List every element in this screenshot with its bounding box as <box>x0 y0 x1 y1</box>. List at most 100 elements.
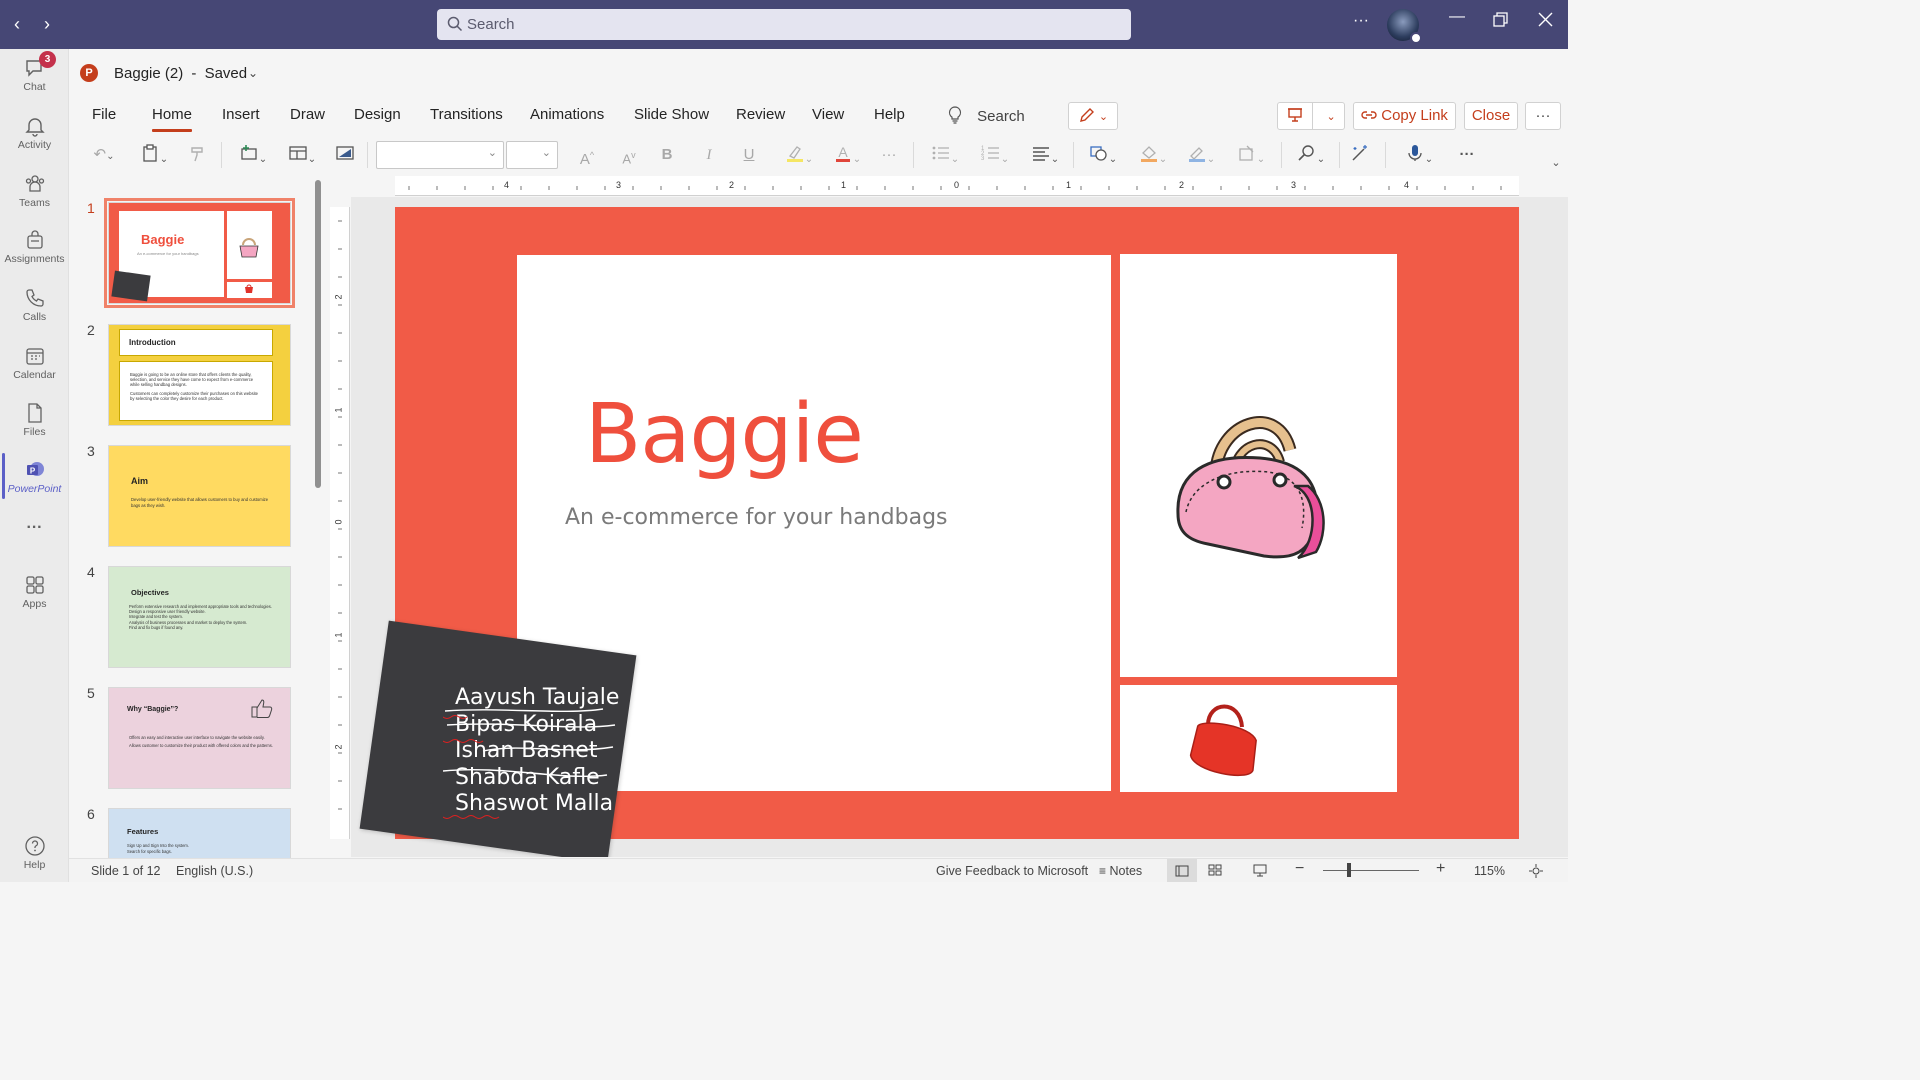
shapes-icon[interactable]: ⌄ <box>1083 144 1123 166</box>
restore-icon[interactable] <box>1493 12 1508 32</box>
search-icon <box>447 16 463 32</box>
format-painter-icon[interactable] <box>187 144 209 166</box>
document-title[interactable]: Baggie (2) - Saved <box>114 65 247 82</box>
highlight-icon[interactable]: ⌄ <box>779 144 819 166</box>
designer-icon[interactable] <box>1349 144 1371 166</box>
rail-calls[interactable]: Calls <box>0 287 69 323</box>
tab-insert[interactable]: Insert <box>222 106 260 123</box>
more-ribbon-icon[interactable]: ··· <box>1455 144 1479 166</box>
rail-label: PowerPoint <box>7 483 62 495</box>
rail-more[interactable]: ··· <box>0 519 69 537</box>
present-button[interactable]: ⌄ <box>1277 102 1345 130</box>
notes-button[interactable]: ≡ Notes <box>1099 864 1142 878</box>
thumb-body: Baggie is going to be an online store th… <box>130 372 254 387</box>
thumbnail-slide-2[interactable]: Introduction Baggie is going to be an on… <box>108 324 291 426</box>
back-arrow-icon[interactable]: ‹ <box>14 14 20 35</box>
fit-to-window-icon[interactable] <box>1529 864 1543 881</box>
tab-design[interactable]: Design <box>354 106 401 123</box>
grow-font-icon[interactable]: A^ <box>575 144 599 168</box>
zoom-level[interactable]: 115% <box>1474 864 1505 878</box>
slide-subtitle[interactable]: An e-commerce for your handbags <box>565 505 948 530</box>
close-button[interactable]: Close <box>1464 102 1518 130</box>
expand-ribbon-chevron-icon[interactable]: ⌄ <box>1547 152 1565 174</box>
edit-mode-button[interactable]: ⌄ <box>1068 102 1118 130</box>
zoom-slider-thumb[interactable] <box>1347 863 1351 877</box>
forward-arrow-icon[interactable]: › <box>44 14 50 35</box>
font-size-select[interactable]: ⌄ <box>506 141 558 169</box>
thumb-body: Find and fix bugs if found any. <box>129 624 184 630</box>
shape-effects-icon[interactable]: ⌄ <box>1231 144 1271 166</box>
current-slide[interactable]: Baggie An e-commerce for your handbags A… <box>359 207 1519 857</box>
zoom-out-icon[interactable]: − <box>1295 860 1304 878</box>
tab-help[interactable]: Help <box>874 106 905 123</box>
paste-icon[interactable]: ⌄ <box>137 144 173 166</box>
thumbnail-slide-3[interactable]: Aim Develop user-friendly website that a… <box>108 445 291 547</box>
rail-calendar[interactable]: Calendar <box>0 345 69 381</box>
more-commands-button[interactable]: ··· <box>1525 102 1561 130</box>
shape-outline-icon[interactable]: ⌄ <box>1181 144 1221 166</box>
avatar[interactable] <box>1387 9 1422 44</box>
bullets-icon[interactable]: ⌄ <box>925 144 965 166</box>
rail-activity[interactable]: Activity <box>0 115 69 151</box>
background-icon[interactable] <box>333 144 357 166</box>
slide-title[interactable]: Baggie <box>585 387 864 482</box>
rail-powerpoint[interactable]: P PowerPoint <box>0 453 69 499</box>
more-options-icon[interactable]: ··· <box>1353 12 1369 30</box>
slide-sorter-button[interactable] <box>1208 864 1222 879</box>
thumbnail-scrollbar[interactable] <box>315 180 321 488</box>
rail-files[interactable]: Files <box>0 402 69 438</box>
tab-view[interactable]: View <box>812 106 844 123</box>
tell-me-search[interactable]: Search <box>947 106 1025 125</box>
find-icon[interactable]: ⌄ <box>1291 144 1331 166</box>
thumbnail-slide-4[interactable]: Objectives Perform extensive research an… <box>108 566 291 668</box>
teams-title-bar: ‹ › Search ··· — <box>0 0 1568 49</box>
tab-slide-show[interactable]: Slide Show <box>634 106 709 123</box>
numbering-icon[interactable]: 1 2 3 ⌄ <box>975 144 1015 166</box>
dictate-microphone-icon[interactable]: ⌄ <box>1399 144 1439 166</box>
tab-draw[interactable]: Draw <box>290 106 325 123</box>
font-family-select[interactable]: ⌄ <box>376 141 504 169</box>
feedback-link[interactable]: Give Feedback to Microsoft <box>936 864 1088 878</box>
close-window-icon[interactable] <box>1538 12 1553 32</box>
zoom-slider[interactable] <box>1323 863 1419 877</box>
rail-teams[interactable]: Teams <box>0 173 69 209</box>
rail-help[interactable]: Help <box>0 835 69 871</box>
zoom-in-icon[interactable]: + <box>1436 860 1445 878</box>
pink-handbag-image[interactable] <box>1168 402 1348 572</box>
shrink-font-icon[interactable]: Av <box>617 144 641 166</box>
red-handbag-image[interactable] <box>1184 695 1264 781</box>
chevron-down-icon[interactable]: ⌄ <box>248 66 258 80</box>
align-icon[interactable]: ⌄ <box>1025 144 1065 166</box>
rail-apps[interactable]: Apps <box>0 574 69 610</box>
minimize-icon[interactable]: — <box>1449 8 1465 26</box>
copy-link-button[interactable]: Copy Link <box>1353 102 1456 130</box>
new-slide-icon[interactable]: ⌄ <box>233 144 273 166</box>
language-indicator[interactable]: English (U.S.) <box>176 864 253 878</box>
reading-view-button[interactable] <box>1253 864 1267 880</box>
italic-icon[interactable]: I <box>699 144 719 166</box>
bold-icon[interactable]: B <box>657 144 677 166</box>
rail-chat[interactable]: 3 Chat <box>0 51 69 93</box>
tab-animations[interactable]: Animations <box>530 106 604 123</box>
underline-icon[interactable]: U <box>739 144 759 166</box>
thumbnail-slide-6[interactable]: Features Sign Up and Sign Into the syste… <box>108 808 291 858</box>
tab-file[interactable]: File <box>92 106 116 123</box>
normal-view-button[interactable] <box>1167 859 1197 882</box>
search-input[interactable]: Search <box>437 9 1131 40</box>
layout-icon[interactable]: ⌄ <box>283 144 321 166</box>
thumbnail-slide-5[interactable]: Why “Baggie”? Offers an easy and interac… <box>108 687 291 789</box>
font-color-icon[interactable]: A ⌄ <box>827 144 867 166</box>
tab-review[interactable]: Review <box>736 106 785 123</box>
thumbnail-slide-1[interactable]: Baggie An e-commerce for your handbags <box>104 198 295 308</box>
apps-icon <box>25 576 44 594</box>
slide-editing-canvas[interactable]: Baggie An e-commerce for your handbags A… <box>351 197 1568 857</box>
horizontal-ruler: 4 3 2 1 0 1 2 3 4 <box>395 176 1519 196</box>
tab-transitions[interactable]: Transitions <box>430 106 503 123</box>
shape-fill-icon[interactable]: ⌄ <box>1133 144 1173 166</box>
tab-home[interactable]: Home <box>152 106 193 132</box>
rail-assignments[interactable]: Assignments <box>0 229 69 265</box>
undo-icon[interactable]: ↶⌄ <box>89 144 119 166</box>
rail-label: Chat <box>23 81 46 93</box>
more-font-options-icon[interactable]: ··· <box>877 144 901 166</box>
ruler-label: 2 <box>729 180 735 190</box>
